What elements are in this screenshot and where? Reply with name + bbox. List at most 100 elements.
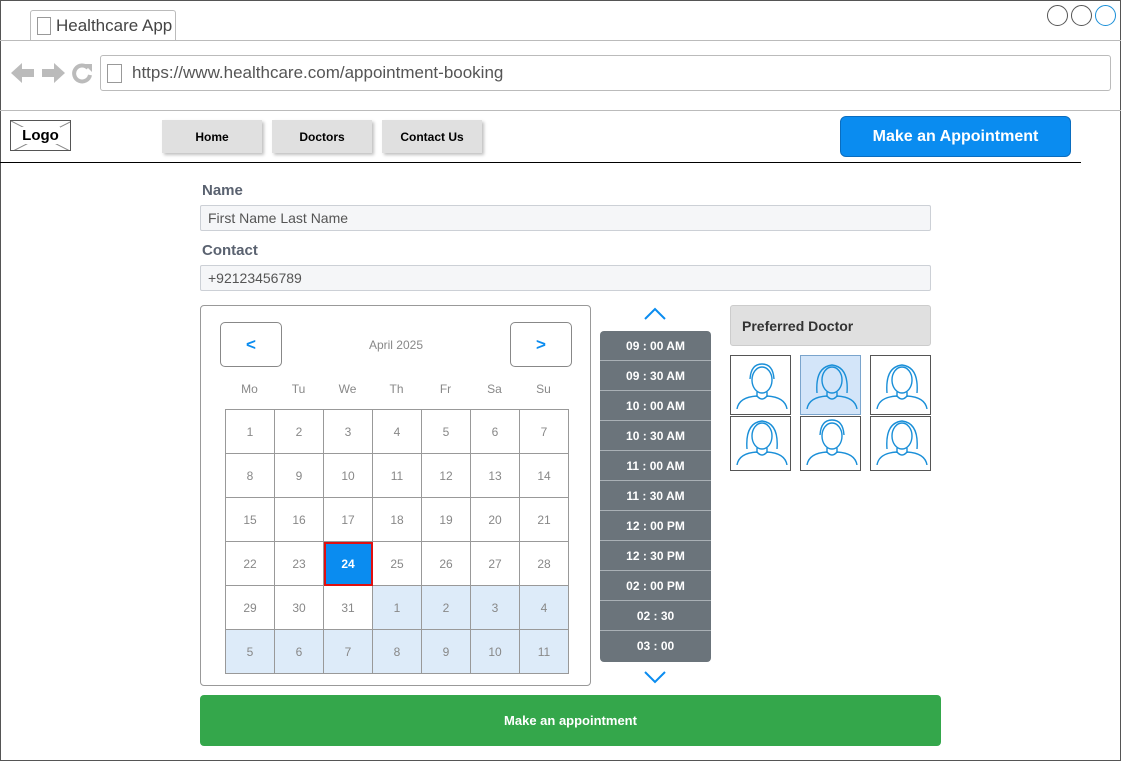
time-slot[interactable]: 03 : 00 [600,631,711,661]
calendar-day[interactable]: 27 [471,542,520,586]
nav-home-button[interactable]: Home [162,120,262,153]
time-slot[interactable]: 11 : 00 AM [600,451,711,481]
calendar-day[interactable]: 13 [471,454,520,498]
calendar-day[interactable]: 5 [226,630,275,674]
calendar-day[interactable]: 4 [373,410,422,454]
doctor-card[interactable] [730,416,791,471]
weekday-label: Su [536,382,551,396]
time-slot[interactable]: 09 : 00 AM [600,331,711,361]
time-scroll-down-button[interactable] [640,670,670,688]
contact-label: Contact [202,242,258,259]
reload-icon[interactable] [71,62,93,84]
preferred-doctor-title: Preferred Doctor [730,305,931,346]
browser-tab[interactable]: Healthcare App [30,10,176,41]
time-slot[interactable]: 02 : 00 PM [600,571,711,601]
chrome-divider [0,110,1121,111]
male-doctor-icon [731,356,790,414]
forward-arrow-icon[interactable] [41,62,65,84]
calendar-day[interactable]: 11 [520,630,569,674]
name-input[interactable]: First Name Last Name [200,205,931,231]
calendar-day[interactable]: 10 [324,454,373,498]
doctor-card[interactable] [730,355,791,415]
doctor-card[interactable] [870,355,931,415]
time-slot[interactable]: 12 : 30 PM [600,541,711,571]
calendar-day[interactable]: 9 [422,630,471,674]
time-slot[interactable]: 10 : 30 AM [600,421,711,451]
logo[interactable]: Logo [10,120,71,151]
calendar-day[interactable]: 3 [471,586,520,630]
calendar-day[interactable]: 31 [324,586,373,630]
calendar-day[interactable]: 6 [275,630,324,674]
weekday-label: Th [389,382,404,396]
make-appointment-submit-button[interactable]: Make an appointment [200,695,941,746]
calendar-day[interactable]: 21 [520,498,569,542]
calendar: < April 2025 > Mo Tu We Th Fr Sa Su 1234… [200,305,591,686]
calendar-day[interactable]: 1 [373,586,422,630]
calendar-day[interactable]: 12 [422,454,471,498]
time-slot[interactable]: 11 : 30 AM [600,481,711,511]
calendar-day[interactable]: 16 [275,498,324,542]
weekday-label: Tu [291,382,306,396]
calendar-day[interactable]: 9 [275,454,324,498]
back-arrow-icon[interactable] [11,62,35,84]
calendar-day[interactable]: 10 [471,630,520,674]
tab-divider [0,40,1121,41]
calendar-day[interactable]: 8 [226,454,275,498]
time-slot[interactable]: 09 : 30 AM [600,361,711,391]
calendar-day[interactable]: 22 [226,542,275,586]
calendar-day[interactable]: 14 [520,454,569,498]
weekday-label: We [338,382,357,396]
calendar-day[interactable]: 7 [520,410,569,454]
weekday-label: Sa [487,382,502,396]
doctor-grid [730,355,931,471]
calendar-day[interactable]: 8 [373,630,422,674]
page-icon [107,63,122,83]
nav-contact-button[interactable]: Contact Us [382,120,482,153]
name-label: Name [202,182,243,199]
time-slot[interactable]: 10 : 00 AM [600,391,711,421]
doctor-card[interactable] [870,416,931,471]
calendar-day[interactable]: 30 [275,586,324,630]
calendar-month: April 2025 [368,338,424,352]
next-month-button[interactable]: > [510,322,572,367]
weekday-label: Mo [241,382,258,396]
calendar-grid: 1 2 3 4 5 6 7 8 9 10 11 12 13 14 15 16 17 18 19 20 21 22 23 24 2… [225,409,569,674]
calendar-day[interactable]: 2 [422,586,471,630]
calendar-day[interactable]: 29 [226,586,275,630]
doctor-card[interactable] [800,416,861,471]
time-slot[interactable]: 02 : 30 [600,601,711,631]
calendar-day[interactable]: 4 [520,586,569,630]
calendar-day[interactable]: 26 [422,542,471,586]
calendar-day[interactable]: 18 [373,498,422,542]
calendar-day[interactable]: 19 [422,498,471,542]
calendar-day[interactable]: 11 [373,454,422,498]
nav-doctors-button[interactable]: Doctors [272,120,372,153]
calendar-day[interactable]: 7 [324,630,373,674]
close-button[interactable] [1095,5,1116,26]
maximize-button[interactable] [1071,5,1092,26]
calendar-day[interactable]: 1 [226,410,275,454]
calendar-day[interactable]: 17 [324,498,373,542]
prev-month-button[interactable]: < [220,322,282,367]
address-bar[interactable]: https://www.healthcare.com/appointment-b… [100,55,1111,91]
minimize-button[interactable] [1047,5,1068,26]
calendar-day[interactable]: 25 [373,542,422,586]
calendar-day[interactable]: 6 [471,410,520,454]
calendar-day[interactable]: 15 [226,498,275,542]
calendar-day[interactable]: 5 [422,410,471,454]
calendar-day-selected[interactable]: 24 [324,542,373,586]
female-doctor-icon [731,417,790,470]
calendar-day[interactable]: 20 [471,498,520,542]
contact-input[interactable]: +92123456789 [200,265,931,291]
calendar-day[interactable]: 3 [324,410,373,454]
tab-title: Healthcare App [56,16,173,35]
time-scroll-up-button[interactable] [640,307,670,325]
make-appointment-header-button[interactable]: Make an Appointment [840,116,1071,157]
calendar-day[interactable]: 23 [275,542,324,586]
calendar-day[interactable]: 2 [275,410,324,454]
doctor-card[interactable] [800,355,861,415]
time-slot[interactable]: 12 : 00 PM [600,511,711,541]
calendar-day[interactable]: 28 [520,542,569,586]
header-divider [0,162,1081,163]
logo-text: Logo [21,127,60,144]
